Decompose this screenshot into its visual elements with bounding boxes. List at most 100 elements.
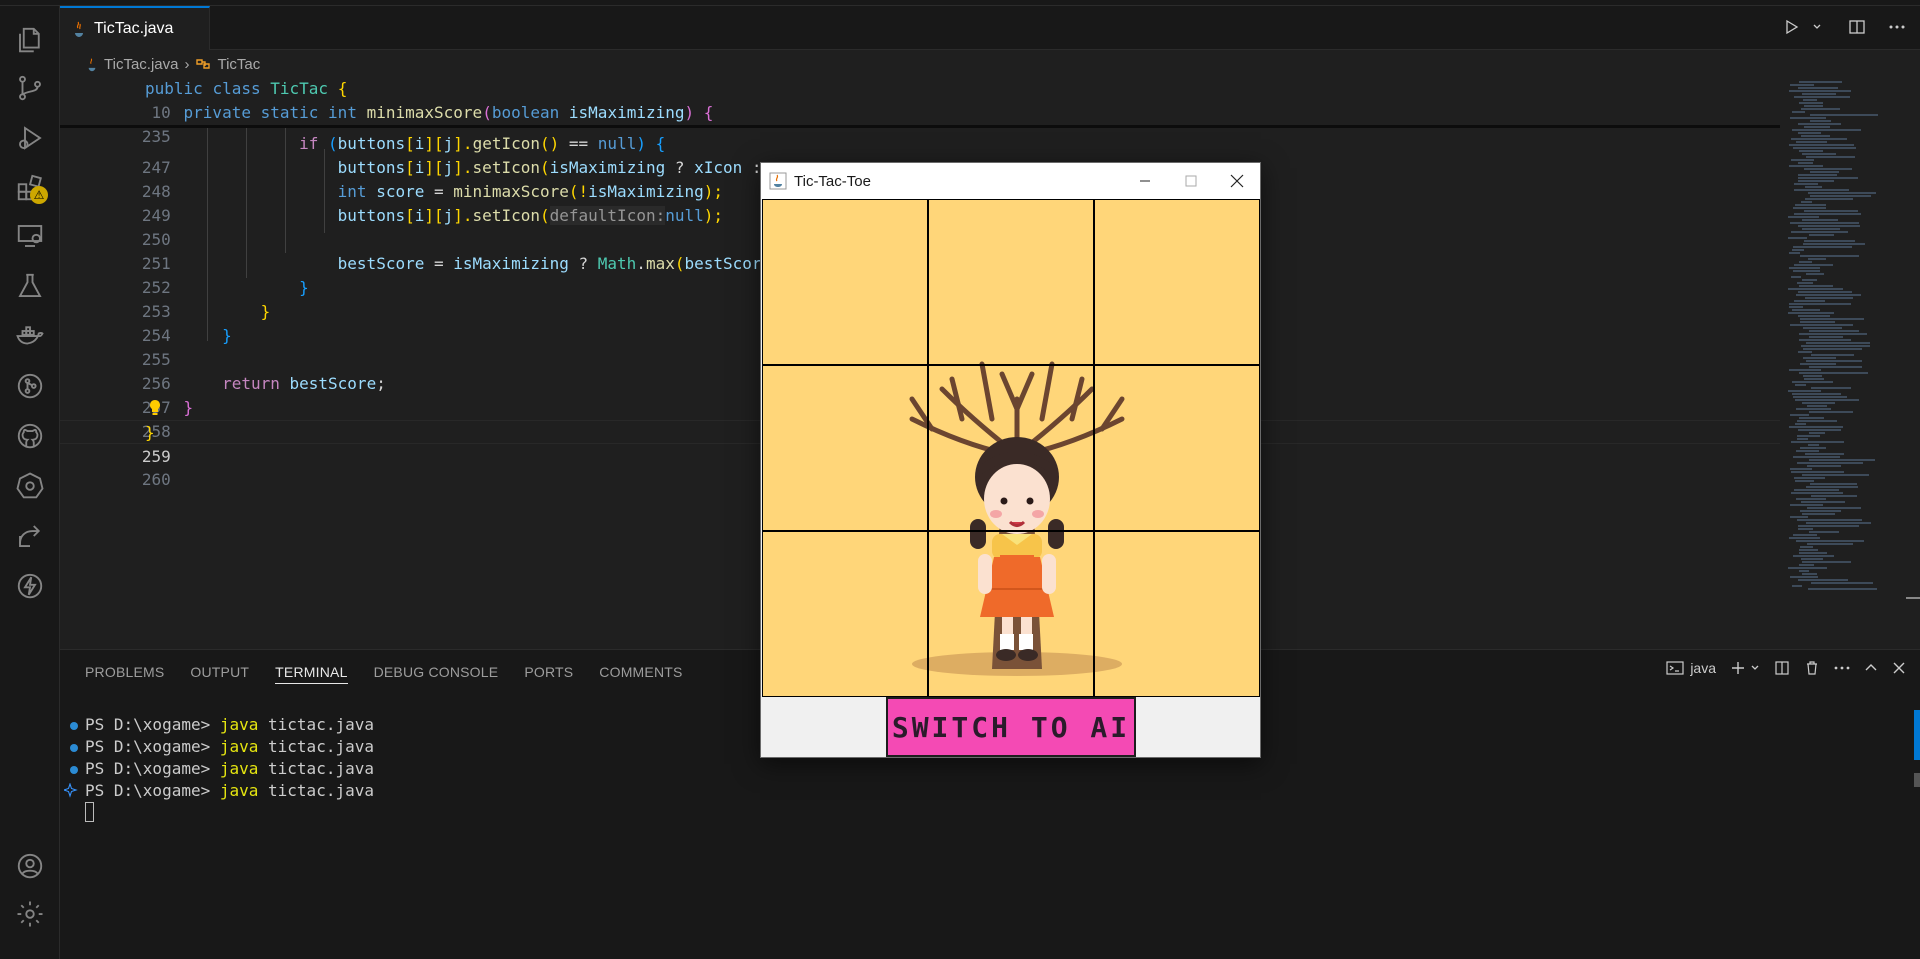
minimap-line — [1793, 270, 1820, 272]
activity-bar: ⚠ — [0, 6, 60, 959]
new-terminal-plus-icon[interactable] — [1730, 660, 1746, 676]
minimap-line — [1802, 513, 1835, 515]
board-cell[interactable] — [1094, 365, 1260, 531]
minimap-line — [1799, 552, 1827, 554]
maximize-icon[interactable] — [1168, 163, 1214, 199]
tab-problems[interactable]: PROBLEMS — [85, 664, 164, 684]
command-decoration-icon[interactable] — [70, 766, 78, 774]
extensions-icon[interactable]: ⚠ — [12, 170, 48, 206]
live-share-icon[interactable] — [12, 518, 48, 554]
minimap-line — [1806, 156, 1855, 158]
board-cell[interactable] — [762, 199, 928, 365]
remote-explorer-icon[interactable] — [12, 218, 48, 254]
minimap-line — [1801, 135, 1830, 137]
tab-comments[interactable]: COMMENTS — [599, 664, 682, 684]
tab-debug-console[interactable]: DEBUG CONSOLE — [374, 664, 499, 684]
breadcrumb-file[interactable]: TicTac.java — [104, 56, 178, 73]
command-decoration-icon[interactable] — [70, 722, 78, 730]
breadcrumb: TicTac.java › TicTac — [60, 51, 1920, 77]
minimap[interactable] — [1780, 77, 1920, 649]
terminal-output[interactable]: PS D:\xogame> java tictac.java PS D:\xog… — [60, 714, 374, 822]
testing-icon[interactable] — [12, 268, 48, 304]
minimap-line — [1799, 564, 1814, 566]
close-window-icon[interactable] — [1214, 163, 1260, 199]
maximize-panel-chevron-up-icon[interactable] — [1864, 661, 1878, 675]
minimap-line — [1790, 576, 1818, 578]
split-terminal-icon[interactable] — [1774, 660, 1790, 676]
minimap-line — [1791, 138, 1847, 140]
minimap-line — [1806, 273, 1824, 275]
panel-more-icon[interactable] — [1834, 665, 1850, 671]
terminal-scrollbar[interactable] — [1914, 710, 1920, 760]
source-control-icon[interactable] — [12, 70, 48, 106]
minimap-line — [1799, 372, 1868, 374]
board-cell[interactable] — [1094, 199, 1260, 365]
close-panel-icon[interactable] — [1892, 661, 1906, 675]
game-board — [762, 199, 1260, 697]
minimap-line — [1803, 327, 1842, 329]
minimap-line — [1805, 198, 1853, 200]
minimap-line — [1790, 324, 1853, 326]
minimap-line — [1794, 300, 1825, 302]
command-decoration-icon[interactable] — [70, 744, 78, 752]
sparkle-icon[interactable] — [64, 783, 80, 799]
minimap-line — [1789, 165, 1823, 167]
minimap-line — [1809, 330, 1859, 332]
minimap-line — [1804, 378, 1824, 380]
minimap-line — [1799, 570, 1809, 572]
git-graph-icon[interactable] — [12, 368, 48, 404]
thunder-client-icon[interactable] — [12, 568, 48, 604]
minimap-line — [1803, 348, 1862, 350]
minimap-line — [1804, 210, 1858, 212]
panel-actions: java — [1666, 660, 1906, 676]
explorer-icon[interactable] — [12, 22, 48, 58]
kubernetes-icon[interactable] — [12, 468, 48, 504]
tab-ports[interactable]: PORTS — [524, 664, 573, 684]
java-file-icon — [75, 21, 83, 37]
tab-output[interactable]: OUTPUT — [190, 664, 249, 684]
editor-tab-tictac[interactable]: TicTac.java — [60, 6, 210, 50]
tab-terminal[interactable]: TERMINAL — [275, 664, 348, 684]
switch-to-ai-button[interactable]: SWITCH TO AI — [886, 697, 1136, 757]
more-actions-icon[interactable] — [1886, 16, 1908, 38]
terminal-name[interactable]: java — [1690, 660, 1716, 676]
minimap-line — [1790, 84, 1814, 86]
github-icon[interactable] — [12, 418, 48, 454]
minimap-line — [1800, 447, 1826, 449]
accounts-icon[interactable] — [12, 848, 48, 884]
minimap-line — [1790, 468, 1812, 470]
terminal-scrollbar-marker — [1914, 773, 1920, 787]
settings-gear-icon[interactable] — [12, 896, 48, 932]
terminal-cursor — [85, 802, 94, 822]
minimap-line — [1809, 459, 1875, 461]
minimap-line — [1803, 99, 1817, 101]
minimap-line — [1794, 96, 1850, 98]
minimap-line — [1804, 240, 1855, 242]
kill-terminal-trash-icon[interactable] — [1804, 660, 1820, 676]
board-cell[interactable] — [928, 531, 1094, 697]
minimize-icon[interactable] — [1122, 163, 1168, 199]
minimap-line — [1810, 195, 1871, 197]
run-java-icon[interactable] — [1780, 16, 1802, 38]
minimap-line — [1811, 354, 1854, 356]
run-debug-icon[interactable] — [12, 120, 48, 156]
minimap-line — [1795, 480, 1814, 482]
minimap-line — [1798, 225, 1860, 227]
minimap-line — [1809, 234, 1834, 236]
split-editor-icon[interactable] — [1846, 16, 1868, 38]
minimap-line — [1803, 243, 1865, 245]
panel-tabs: PROBLEMS OUTPUT TERMINAL DEBUG CONSOLE P… — [85, 664, 683, 684]
board-cell[interactable] — [1094, 531, 1260, 697]
run-dropdown-chevron-icon[interactable] — [1806, 16, 1828, 38]
minimap-line — [1806, 522, 1871, 524]
board-cell[interactable] — [762, 365, 928, 531]
board-cell[interactable] — [928, 199, 1094, 365]
board-cell[interactable] — [762, 531, 928, 697]
board-cell[interactable] — [928, 365, 1094, 531]
minimap-line — [1809, 531, 1839, 533]
docker-icon[interactable] — [12, 318, 48, 354]
breadcrumb-symbol[interactable]: TicTac — [217, 56, 260, 73]
minimap-line — [1788, 216, 1819, 218]
minimap-line — [1790, 516, 1808, 518]
terminal-dropdown-chevron-icon[interactable] — [1750, 663, 1760, 673]
